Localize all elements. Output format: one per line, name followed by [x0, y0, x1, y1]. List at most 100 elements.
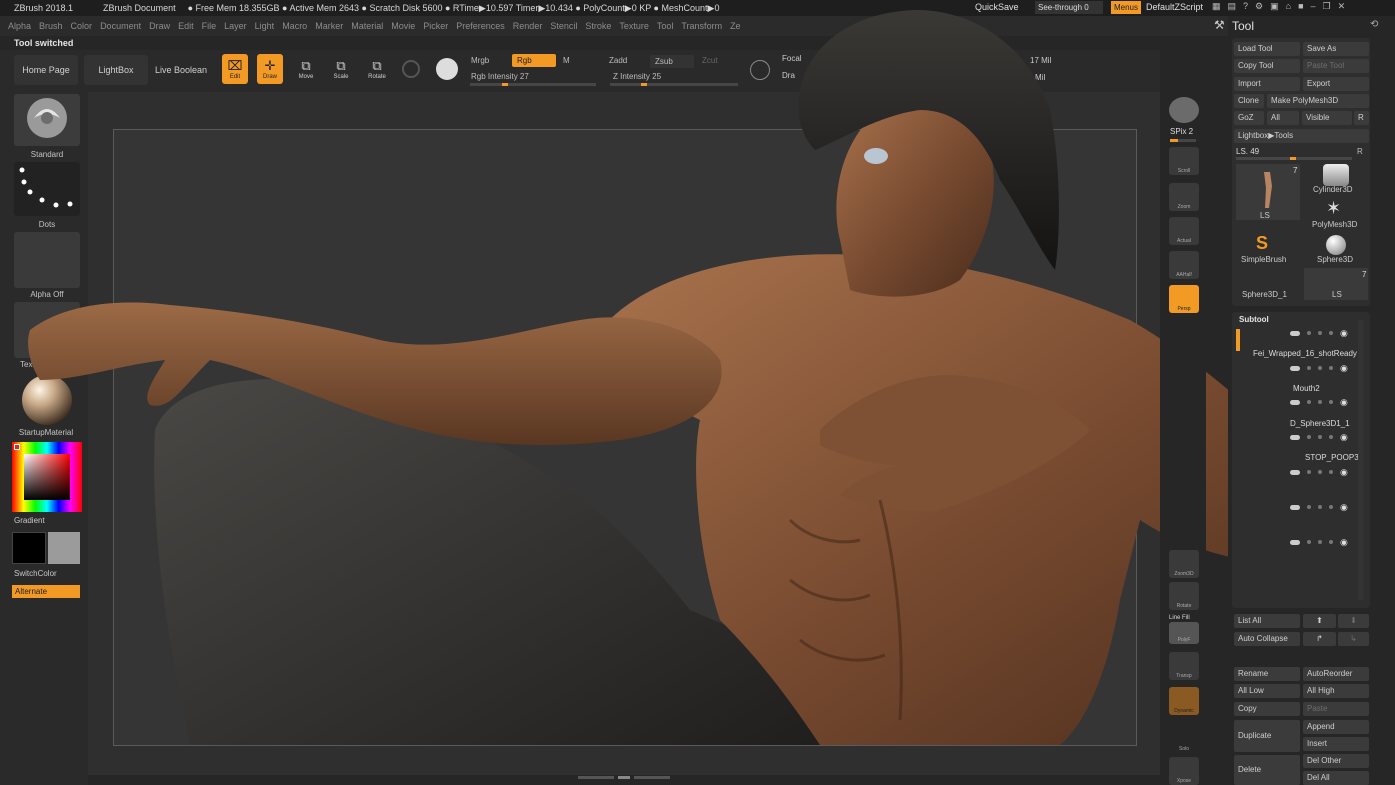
dot-icon[interactable]: [1307, 540, 1311, 544]
delete-button[interactable]: Delete: [1234, 755, 1300, 785]
all-low-button[interactable]: All Low: [1234, 684, 1300, 698]
simplebrush-icon[interactable]: S: [1256, 234, 1268, 252]
rgb-button[interactable]: Rgb: [512, 54, 556, 67]
bpr-sphere-icon[interactable]: [1169, 97, 1199, 123]
sphere-icon[interactable]: [402, 60, 420, 78]
dot-icon[interactable]: [1329, 470, 1333, 474]
del-other-button[interactable]: Del Other: [1303, 754, 1369, 768]
eye-icon[interactable]: ◉: [1340, 537, 1348, 548]
rotate3d-button[interactable]: Rotate: [1169, 582, 1199, 610]
eye-icon[interactable]: ◉: [1340, 502, 1348, 513]
menu-item[interactable]: Draw: [149, 21, 170, 31]
subtool-item[interactable]: Mouth2: [1293, 384, 1320, 393]
zsub-button[interactable]: Zsub: [650, 55, 694, 68]
subtool-controls[interactable]: ◉: [1290, 502, 1368, 512]
paste-tool-button[interactable]: Paste Tool: [1303, 59, 1369, 73]
lightbox-button[interactable]: LightBox: [84, 55, 148, 85]
dot-icon[interactable]: [1329, 331, 1333, 335]
close-icon[interactable]: ✕: [1338, 1, 1346, 12]
menu-item[interactable]: Layer: [224, 21, 247, 31]
import-button[interactable]: Import: [1234, 77, 1300, 91]
transp-button[interactable]: Transp: [1169, 652, 1199, 680]
quicksave-button[interactable]: QuickSave: [975, 2, 1019, 12]
subtool-item[interactable]: D_Sphere3D1_1: [1290, 419, 1350, 428]
menu-item[interactable]: Tool: [657, 21, 674, 31]
dot-icon[interactable]: [1307, 331, 1311, 335]
menu-item[interactable]: Stencil: [550, 21, 577, 31]
settings-icon[interactable]: ⚙: [1255, 1, 1263, 12]
menu-item[interactable]: Ze: [730, 21, 741, 31]
arrow-up-icon[interactable]: ↱: [1303, 632, 1336, 646]
move-button[interactable]: ⧉ Move: [293, 54, 319, 84]
panel-menu-icon[interactable]: ⟲: [1370, 19, 1378, 30]
texture-thumbnail[interactable]: [14, 302, 80, 358]
menu-item[interactable]: Stroke: [585, 21, 611, 31]
list-all-button[interactable]: List All: [1234, 614, 1300, 628]
goz-all-button[interactable]: All: [1267, 111, 1299, 125]
menu-item[interactable]: Material: [351, 21, 383, 31]
lock-icon[interactable]: ⌂: [1286, 1, 1291, 12]
goz-visible-button[interactable]: Visible: [1302, 111, 1352, 125]
dot-icon[interactable]: [1329, 540, 1333, 544]
menu-item[interactable]: Marker: [315, 21, 343, 31]
rename-button[interactable]: Rename: [1234, 667, 1300, 681]
dot-icon[interactable]: [1329, 435, 1333, 439]
switchcolor-button[interactable]: SwitchColor: [14, 569, 57, 578]
alternate-button[interactable]: Alternate: [12, 585, 80, 598]
m-button[interactable]: M: [558, 54, 600, 67]
menu-item[interactable]: Brush: [39, 21, 63, 31]
toggle-icon[interactable]: [1290, 365, 1300, 371]
move-up-icon[interactable]: ⬆: [1303, 614, 1336, 628]
append-button[interactable]: Append: [1303, 720, 1369, 734]
ls-r-button[interactable]: R: [1357, 147, 1363, 156]
zoom-button[interactable]: Zoom: [1169, 183, 1199, 211]
rgb-intensity-knob[interactable]: [502, 83, 508, 86]
eye-icon[interactable]: ◉: [1340, 363, 1348, 374]
draw-button[interactable]: ✛ Draw: [257, 54, 283, 84]
subtool-controls[interactable]: ◉: [1290, 537, 1368, 547]
home-page-button[interactable]: Home Page: [14, 55, 78, 85]
script-label[interactable]: DefaultZScript: [1146, 2, 1203, 12]
clone-button[interactable]: Clone: [1234, 94, 1264, 108]
color-square[interactable]: [24, 454, 70, 500]
toggle-icon[interactable]: [1290, 539, 1300, 545]
subtool-item[interactable]: Fei_Wrapped_16_shotReady: [1253, 349, 1357, 358]
subtool-controls[interactable]: ◉: [1290, 328, 1368, 338]
auto-collapse-button[interactable]: Auto Collapse: [1234, 632, 1300, 646]
move-down-icon[interactable]: ⬇: [1338, 614, 1369, 628]
menu-item[interactable]: Render: [513, 21, 543, 31]
ls-knob[interactable]: [1290, 157, 1296, 160]
floor-icon[interactable]: ▤: [1228, 1, 1237, 12]
material-sphere-icon[interactable]: [436, 58, 458, 80]
mrgb-button[interactable]: Mrgb: [466, 54, 508, 67]
all-high-button[interactable]: All High: [1303, 684, 1369, 698]
dot-icon[interactable]: [1329, 400, 1333, 404]
eye-icon[interactable]: ◉: [1340, 467, 1348, 478]
zcut-button[interactable]: Zcut: [697, 54, 739, 67]
toggle-icon[interactable]: [1290, 399, 1300, 405]
arrow-down-icon[interactable]: ↳: [1338, 632, 1369, 646]
brush-thumbnail[interactable]: [14, 94, 80, 146]
stroke-thumbnail[interactable]: [14, 162, 80, 216]
subtool-controls[interactable]: ◉: [1290, 363, 1368, 373]
menu-item[interactable]: Color: [71, 21, 93, 31]
live-boolean-button[interactable]: Live Boolean: [152, 55, 210, 85]
subtool-controls[interactable]: ◉: [1290, 432, 1368, 442]
make-polymesh-button[interactable]: Make PolyMesh3D: [1267, 94, 1369, 108]
menu-item[interactable]: Macro: [282, 21, 307, 31]
canvas-scroll-handle[interactable]: [578, 776, 670, 780]
scroll-button[interactable]: Scroll: [1169, 147, 1199, 175]
goz-button[interactable]: GoZ: [1234, 111, 1264, 125]
toggle-icon[interactable]: [1290, 330, 1300, 336]
eye-icon[interactable]: ◉: [1340, 328, 1348, 339]
dot-icon[interactable]: [1307, 400, 1311, 404]
sphere3d-icon[interactable]: [1326, 235, 1346, 255]
z-intensity-slider[interactable]: [610, 83, 738, 86]
eye-icon[interactable]: ◉: [1340, 397, 1348, 408]
rotate-button[interactable]: ⧉ Rotate: [364, 54, 390, 84]
copy-tool-button[interactable]: Copy Tool: [1234, 59, 1300, 73]
dot-icon[interactable]: [1318, 435, 1322, 439]
dot-icon[interactable]: [1307, 366, 1311, 370]
menu-item[interactable]: Document: [100, 21, 141, 31]
ls-slider[interactable]: [1236, 157, 1352, 160]
